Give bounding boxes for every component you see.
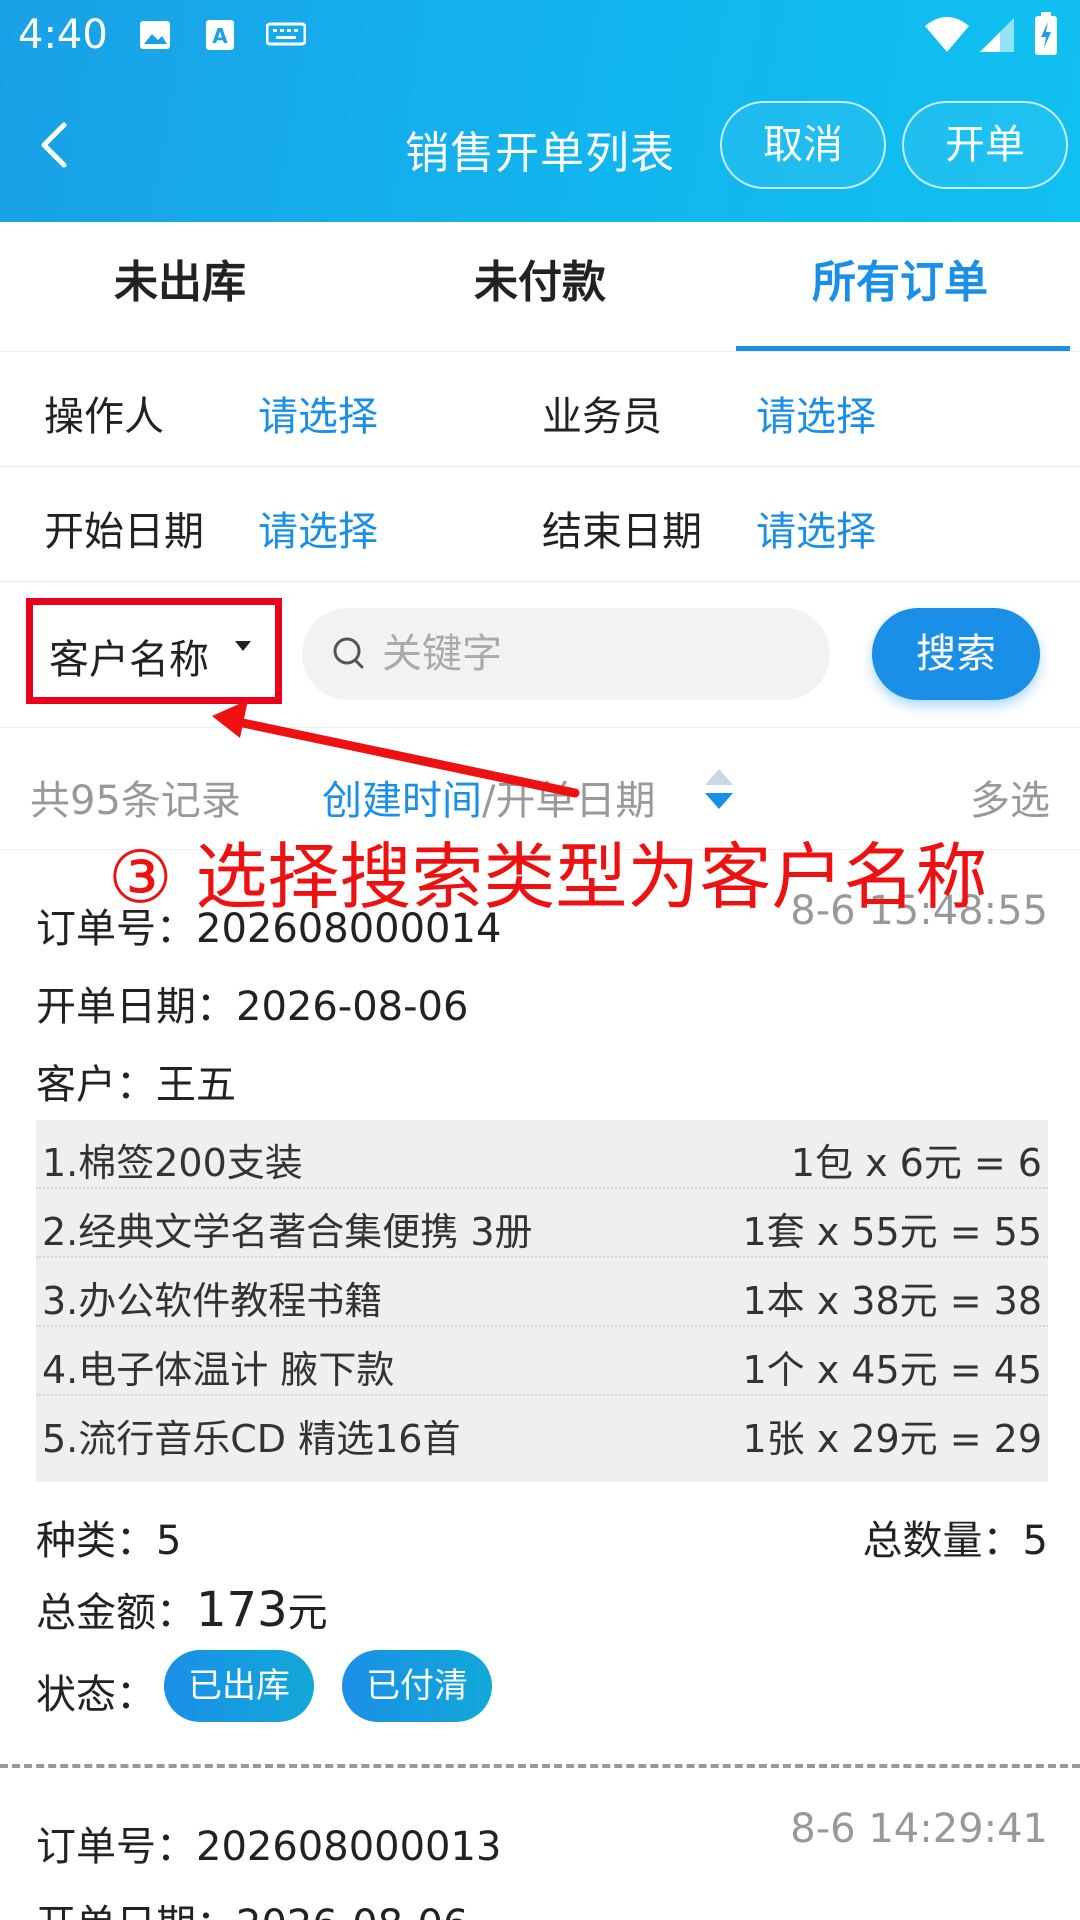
order-created-time: 8-6 14:29:41 [790, 1806, 1048, 1852]
app-header: 4:40 A 销售开单列表 取消 开单 [0, 0, 1080, 222]
page-title: 销售开单列表 [405, 128, 675, 179]
order-number: 订单号：202608000013 [36, 1824, 502, 1870]
start-date-select[interactable]: 请选择 [258, 499, 378, 557]
order-total: 总金额：173元 [36, 1580, 328, 1638]
filter-row-people: 操作人 请选择 业务员 请选择 [0, 352, 1080, 467]
operator-select[interactable]: 请选择 [258, 384, 378, 442]
total-value: 173 [196, 1582, 288, 1638]
total-label: 总金额： [36, 1590, 196, 1636]
salesman-select[interactable]: 请选择 [756, 384, 876, 442]
item-subtotal: 1套 x 55元 = 55 [742, 1210, 1042, 1254]
annotation-text: ③ 选择搜索类型为客户名称 [108, 835, 988, 919]
status-label: 状态： [36, 1672, 156, 1718]
list-item: 1.棉签200支装 1包 x 6元 = 6 [36, 1120, 1048, 1189]
total-unit: 元 [287, 1590, 328, 1636]
list-item: 3.办公软件教程书籍 1本 x 38元 = 38 [36, 1258, 1048, 1327]
image-icon [140, 21, 170, 49]
list-item: 2.经典文学名著合集便携 3册 1套 x 55元 = 55 [36, 1189, 1048, 1258]
active-tab-indicator [736, 346, 1070, 351]
status-time: 4:40 [18, 12, 108, 58]
filter-row-dates: 开始日期 请选择 结束日期 请选择 [0, 467, 1080, 582]
order-tabs: 未出库 未付款 所有订单 [0, 222, 1080, 352]
search-row: 客户名称 搜索 [0, 582, 1080, 728]
search-icon [333, 637, 364, 669]
svg-text:A: A [212, 24, 228, 48]
list-item: 5.流行音乐CD 精选16首 1张 x 29元 = 29 [36, 1396, 1048, 1465]
item-name: 3.办公软件教程书籍 [42, 1279, 383, 1323]
operator-label: 操作人 [44, 394, 164, 440]
item-name: 4.电子体温计 腋下款 [42, 1348, 395, 1392]
start-date-label: 开始日期 [44, 509, 204, 555]
wifi-icon [925, 17, 969, 52]
item-subtotal: 1张 x 29元 = 29 [742, 1417, 1042, 1461]
order-items: 1.棉签200支装 1包 x 6元 = 6 2.经典文学名著合集便携 3册 1套… [36, 1120, 1048, 1482]
order-date: 开单日期：2026-08-06 [36, 1892, 468, 1920]
text-a-icon: A [206, 20, 234, 50]
status-bar: 4:40 A [0, 0, 1080, 72]
item-subtotal: 1包 x 6元 = 6 [790, 1141, 1042, 1185]
end-date-select[interactable]: 请选择 [756, 499, 876, 557]
sort-icon[interactable] [702, 766, 736, 812]
list-item: 4.电子体温计 腋下款 1个 x 45元 = 45 [36, 1327, 1048, 1396]
search-type-select[interactable]: 客户名称 [26, 598, 282, 704]
tab-all-orders[interactable]: 所有订单 [720, 222, 1080, 352]
order-customer: 客户：王五 [36, 1062, 236, 1108]
title-bar: 销售开单列表 取消 开单 [0, 95, 1080, 195]
order-date: 开单日期：2026-08-06 [36, 984, 469, 1030]
tab-unpaid[interactable]: 未付款 [360, 222, 720, 352]
signal-icon [980, 18, 1014, 52]
search-type-label: 客户名称 [49, 637, 209, 683]
order-kinds: 种类：5 [36, 1518, 182, 1564]
cancel-button[interactable]: 取消 [720, 101, 886, 189]
end-date-label: 结束日期 [542, 509, 702, 555]
search-input[interactable] [382, 608, 802, 700]
search-box [302, 608, 830, 700]
order-quantity: 总数量：5 [862, 1518, 1048, 1564]
status-badge-shipped: 已出库 [164, 1650, 314, 1722]
create-order-button[interactable]: 开单 [902, 101, 1068, 189]
item-subtotal: 1个 x 45元 = 45 [742, 1348, 1042, 1392]
item-name: 5.流行音乐CD 精选16首 [42, 1417, 461, 1461]
order-divider [0, 1764, 1080, 1768]
tab-not-shipped[interactable]: 未出库 [0, 222, 360, 352]
item-subtotal: 1本 x 38元 = 38 [742, 1279, 1042, 1323]
salesman-label: 业务员 [542, 394, 662, 440]
caret-down-icon [235, 641, 251, 651]
battery-icon [1035, 12, 1057, 55]
item-name: 2.经典文学名著合集便携 3册 [42, 1210, 533, 1254]
item-name: 1.棉签200支装 [42, 1141, 303, 1185]
search-button[interactable]: 搜索 [872, 608, 1040, 700]
back-arrow-icon[interactable] [30, 115, 80, 175]
keyboard-icon [266, 22, 306, 46]
status-badge-paid: 已付清 [342, 1650, 492, 1722]
